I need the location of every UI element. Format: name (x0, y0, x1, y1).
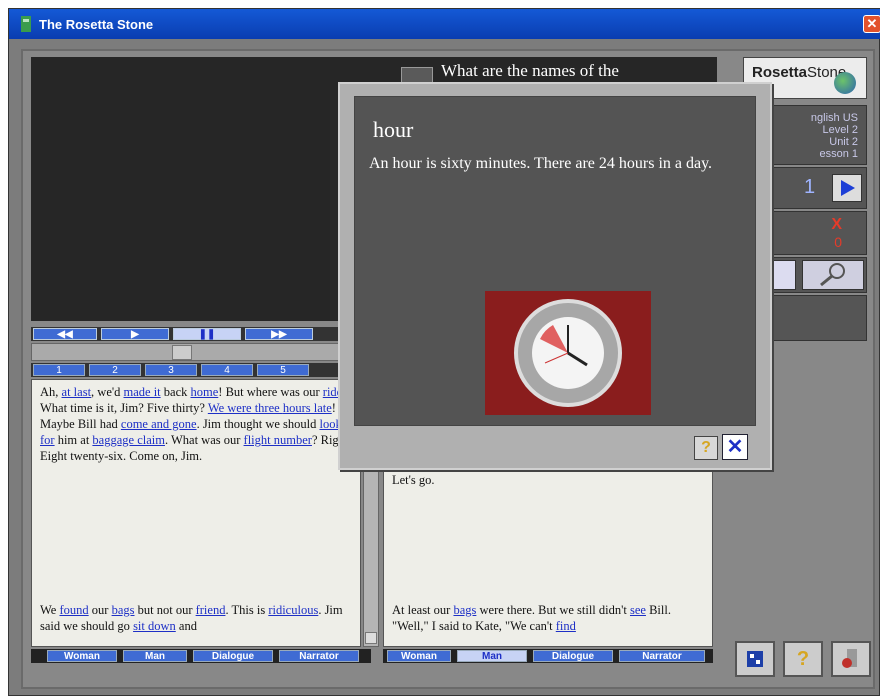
question-text: What are the names of the (441, 61, 619, 80)
glossary-link[interactable]: made it (124, 385, 161, 399)
menu-button[interactable] (735, 641, 775, 677)
magnifier-button[interactable] (802, 260, 864, 290)
rewind-button[interactable]: ◀◀ (33, 328, 97, 340)
seek-thumb[interactable] (172, 345, 192, 360)
score-value: 0 (834, 234, 842, 250)
voice-woman-button[interactable]: Woman (47, 650, 117, 662)
glossary-link[interactable]: at last (62, 385, 92, 399)
text-run: , we'd (91, 385, 124, 399)
glossary-popup: hour An hour is sixty minutes. There are… (338, 82, 772, 470)
glossary-link[interactable]: friend (196, 603, 226, 617)
seek-bar[interactable] (31, 343, 371, 361)
window-close-button[interactable]: ✕ (863, 15, 880, 33)
glossary-link[interactable]: home (191, 385, 219, 399)
text-run: . Jim thought we should (196, 417, 320, 431)
text-run: were there. But we still didn't (476, 603, 630, 617)
wrong-marker: X (831, 216, 842, 233)
logo-text: Rosetta (752, 64, 808, 81)
glossary-word: hour (373, 117, 414, 142)
chapter-button[interactable]: 1 (33, 364, 85, 376)
glossary-help-button[interactable]: ? (694, 436, 718, 460)
paragraph: We found our bags but not our friend. Th… (40, 602, 352, 634)
voice-dialogue-button[interactable]: Dialogue (533, 650, 613, 662)
chapter-button[interactable]: 5 (257, 364, 309, 376)
scroll-thumb[interactable] (365, 632, 377, 644)
story-text-left: Ah, at last, we'd made it back home! But… (31, 379, 361, 647)
grid-icon (747, 651, 763, 667)
glossary-link[interactable]: flight number (244, 433, 312, 447)
glossary-link[interactable]: We were three (208, 401, 283, 415)
voice-man-button[interactable]: Man (457, 650, 527, 662)
glossary-link[interactable]: bags (453, 603, 476, 617)
voice-man-button[interactable]: Man (123, 650, 187, 662)
exit-button[interactable] (831, 641, 871, 677)
text-run: back (160, 385, 191, 399)
text-run: . What was our (164, 433, 244, 447)
voice-buttons-left: Woman Man Dialogue Narrator (31, 649, 371, 663)
lesson-number: 1 (804, 176, 816, 198)
glossary-link[interactable]: baggage claim (92, 433, 165, 447)
text-run: him at (54, 433, 93, 447)
glossary-definition: An hour is sixty minutes. There are 24 h… (369, 155, 713, 172)
magnifier-icon (820, 263, 845, 287)
window-title: The Rosetta Stone (39, 16, 154, 32)
voice-narrator-button[interactable]: Narrator (619, 650, 705, 662)
voice-buttons-right: Woman Man Dialogue Narrator (383, 649, 713, 663)
text-run: Ah, (40, 385, 62, 399)
glossary-link[interactable]: see (630, 603, 646, 617)
voice-dialogue-button[interactable]: Dialogue (193, 650, 273, 662)
paragraph: At least our bags were there. But we sti… (392, 602, 704, 634)
voice-narrator-button[interactable]: Narrator (279, 650, 359, 662)
help-button[interactable]: ? (783, 641, 823, 677)
glossary-link[interactable]: come and gone (121, 417, 197, 431)
paragraph: Ah, at last, we'd made it back home! But… (40, 384, 352, 464)
voice-woman-button[interactable]: Woman (387, 650, 451, 662)
forward-button[interactable]: ▶▶ (245, 328, 313, 340)
pause-button[interactable]: ❚❚ (173, 328, 241, 340)
text-run: and (175, 619, 197, 633)
play-arrow-icon (841, 180, 855, 196)
chapter-buttons: 1 2 3 4 5 (31, 363, 371, 377)
glossary-link[interactable]: bags (112, 603, 135, 617)
text-run: At least our (392, 603, 454, 617)
glossary-link[interactable]: ridiculous (268, 603, 318, 617)
app-logo-icon (21, 16, 31, 32)
chapter-button[interactable]: 4 (201, 364, 253, 376)
text-run: ! But where was our (218, 385, 323, 399)
glossary-close-button[interactable]: ✕ (722, 434, 748, 460)
glossary-link[interactable]: find (556, 619, 576, 633)
text-run: our (88, 603, 112, 617)
globe-icon (834, 72, 856, 94)
glossary-link[interactable]: found (59, 603, 88, 617)
glossary-content: hour An hour is sixty minutes. There are… (354, 96, 756, 426)
play-button[interactable]: ▶ (101, 328, 169, 340)
text-run: but not our (134, 603, 196, 617)
title-bar: The Rosetta Stone (9, 9, 880, 39)
next-button[interactable] (832, 174, 862, 202)
text-run: . This is (225, 603, 269, 617)
glossary-link[interactable]: hours late (283, 401, 332, 415)
exit-icon (842, 649, 857, 668)
player-controls: ◀◀ ▶ ❚❚ ▶▶ (31, 327, 371, 341)
chapter-button[interactable]: 3 (145, 364, 197, 376)
glossary-link[interactable]: sit down (133, 619, 176, 633)
text-run: We (40, 603, 60, 617)
chapter-button[interactable]: 2 (89, 364, 141, 376)
clock-icon (514, 299, 622, 407)
clock-image (485, 291, 651, 415)
